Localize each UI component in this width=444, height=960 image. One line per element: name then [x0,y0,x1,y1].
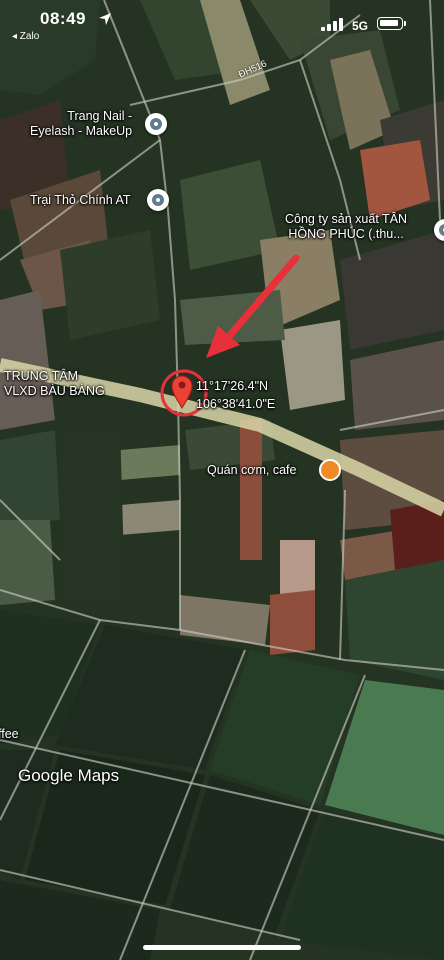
battery-icon [377,17,403,30]
poi-icon[interactable] [145,113,167,135]
signal-icon [321,18,343,31]
coordinate-longitude: 106°38'41.0"E [196,397,276,411]
coffee-cup-icon[interactable] [319,459,341,481]
network-type: 5G [352,19,369,33]
area-label: TRUNG TÂM VLXD BÀU BÀNG [4,369,105,398]
status-bar: 08:49 ◂ Zalo 5G [0,0,444,46]
home-indicator[interactable] [143,945,301,950]
poi-label-quan-com[interactable]: Quán cơm, cafe [207,463,296,478]
location-arrow-icon [99,13,111,25]
coordinate-latitude: 11°17'26.4"N [196,379,269,393]
satellite-map[interactable] [0,0,444,960]
poi-icon[interactable] [147,189,169,211]
google-maps-logo: Google Maps [18,766,120,785]
status-time: 08:49 [40,9,86,28]
back-to-app[interactable]: ◂ Zalo [12,31,39,42]
poi-label-trang-nail[interactable]: Trang Nail - Eyelash - MakeUp [30,109,132,139]
poi-label-trai-tho[interactable]: Trại Thỏ Chính AT [30,193,131,208]
partial-poi-label: ffee [0,727,19,741]
poi-label-tan-hong-phuc[interactable]: Công ty sản xuất TÂN HỒNG PHÚC (.thu... [285,212,407,242]
